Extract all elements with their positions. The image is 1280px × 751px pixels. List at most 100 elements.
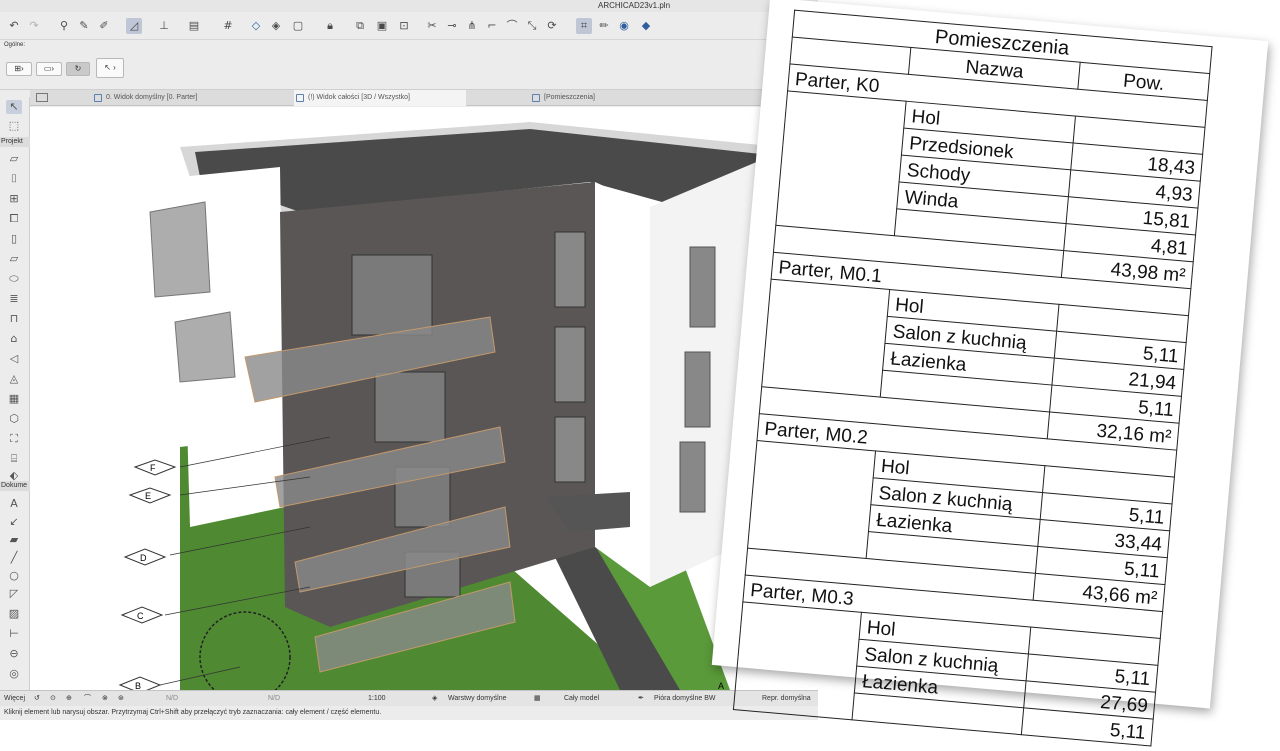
split-icon[interactable]: ✂ (424, 18, 440, 34)
grid-icon[interactable]: # (220, 18, 236, 34)
grid-marker-f: F (150, 463, 156, 473)
side-window-3 (554, 416, 586, 483)
object-tool-icon[interactable]: ⧠ (6, 212, 22, 226)
layer-combo-selector[interactable]: Warstwy domyślne (448, 691, 506, 707)
circle-tool-icon[interactable]: ○ (6, 569, 22, 583)
arrow-tool-button[interactable]: ↖ › (96, 58, 124, 78)
roof-tool-icon[interactable]: ⌂ (6, 332, 22, 346)
pen-icon: ✒ (638, 695, 644, 702)
text-tool-icon[interactable]: A (6, 497, 22, 511)
3d-view-icon[interactable]: ⌗ (576, 18, 592, 34)
tab-schedule[interactable]: [Pomieszczenia] (530, 90, 670, 106)
section-icon[interactable]: ◉ (616, 18, 632, 34)
scale-selector[interactable]: 1:100 (368, 691, 386, 707)
redo-icon[interactable]: ↷ (26, 18, 42, 34)
title-bar: ARCHICAD23v1.pln (0, 0, 818, 12)
selection-method-button[interactable]: ⊞› (6, 62, 32, 76)
resize-icon[interactable]: ⤡ (524, 18, 540, 34)
fit-view-icon[interactable]: ⊙ (50, 691, 56, 707)
group-icon[interactable]: ⧉ (352, 18, 368, 34)
toolbox-group-project: Projekt (0, 137, 30, 147)
rotate-icon[interactable]: ⟳ (544, 18, 560, 34)
lock-icon[interactable]: 🔒︎ (322, 18, 338, 34)
side-window-1 (554, 231, 586, 308)
shell-tool-icon[interactable]: ◁ (6, 352, 22, 366)
side-window-6 (679, 441, 706, 513)
tab-3d-view[interactable]: (!) Widok całości [3D / Wszystko] (294, 90, 466, 106)
door-tool-icon[interactable]: ⌷ (6, 172, 22, 186)
archicad-window: ARCHICAD23v1.pln ↶ ↷ ⚲ ✎ ✐ ◿ ⊥ ▤ # ◇ ◈ ▢… (0, 0, 818, 720)
fillet-icon[interactable]: ⌐ (484, 18, 500, 34)
status-bar: Więcej ↺ ⊙ ⊕ ⌒ ⊗ ⊛ N/D N/D 1:100 ◈ Warst… (0, 690, 818, 706)
status-nd-2: N/D (268, 695, 281, 702)
offset-icon[interactable]: ⌒ (504, 18, 520, 34)
3d-viewport[interactable]: F E D C B A 5 (30, 107, 818, 690)
column-tool-icon[interactable]: ▯ (6, 232, 22, 246)
model-view-selector[interactable]: Cały model (564, 691, 599, 707)
morph-tool-icon[interactable]: ⬡ (6, 412, 22, 426)
toolbox-group-document: Dokume (0, 481, 30, 491)
side-window-4 (689, 246, 716, 328)
zone-tool-icon[interactable]: ⛶ (6, 432, 22, 446)
zoom-icon[interactable]: ⊕ (66, 691, 72, 707)
section-tool-icon[interactable]: ⊖ (6, 647, 22, 661)
walk-icon[interactable]: ⊗ (102, 691, 108, 707)
side-window-2 (554, 326, 586, 403)
figure-tool-icon[interactable]: ▨ (6, 607, 22, 621)
line-tool-icon[interactable]: ╱ (6, 551, 22, 565)
window-title: ARCHICAD23v1.pln (598, 1, 671, 10)
trace-icon[interactable]: ◇ (248, 18, 264, 34)
skylight-tool-icon[interactable]: ⌸ (6, 452, 22, 466)
building-3d-model: F E D C B A 5 (118, 122, 806, 690)
stair-tool-icon[interactable]: ≣ (6, 292, 22, 306)
geometry-method-button[interactable]: ▭› (36, 62, 62, 76)
rooms-schedule-table: Pomieszczenia Nazwa Pow. Parter, K0 Hol … (733, 10, 1213, 747)
tab-label: [Pomieszczenia] (544, 94, 595, 101)
arrow-tool-icon[interactable]: ↖ (6, 100, 22, 114)
renovation-icon[interactable]: ⊡ (396, 18, 412, 34)
polyline-tool-icon[interactable]: ◸ (6, 587, 22, 601)
pick-up-icon[interactable]: ⚲ (56, 18, 72, 34)
mesh-tool-icon[interactable]: ◬ (6, 372, 22, 386)
wall-tool-icon[interactable]: ▱ (6, 152, 22, 166)
undo-icon[interactable]: ↶ (6, 18, 22, 34)
snap-guides-icon[interactable]: ◿ (126, 18, 142, 34)
railing-tool-icon[interactable]: ⊓ (6, 312, 22, 326)
undo-view-icon[interactable]: ↺ (34, 691, 40, 707)
intersect-icon[interactable]: ⋔ (464, 18, 480, 34)
eyedropper-icon[interactable]: ✎ (76, 18, 92, 34)
window-1 (351, 254, 433, 336)
explore-icon[interactable]: ⊛ (118, 691, 124, 707)
marquee-tool-icon[interactable]: ⬚ (6, 119, 22, 133)
grid-snap-icon[interactable]: ▤ (186, 18, 202, 34)
inject-icon[interactable]: ✐ (96, 18, 112, 34)
adjust-icon[interactable]: ⊸ (444, 18, 460, 34)
element-transfer-icon[interactable]: ▣ (374, 18, 390, 34)
schedule-printout: Pomieszczenia Nazwa Pow. Parter, K0 Hol … (711, 0, 1269, 747)
fill-tool-icon[interactable]: ▰ (6, 533, 22, 547)
dimension-tool-icon[interactable]: ⊢ (6, 627, 22, 641)
tab-navigator[interactable] (34, 90, 54, 106)
tab-label: 0. Widok domyślny [0. Parter] (106, 94, 198, 101)
layer-icon[interactable]: ◈ (268, 18, 284, 34)
explorer-icon[interactable]: ◆ (638, 18, 654, 34)
render-icon[interactable]: ✏ (596, 18, 612, 34)
grid-marker-b: B (135, 681, 141, 690)
slab-tool-icon[interactable]: ⬭ (6, 272, 22, 286)
curtain-wall-tool-icon[interactable]: ▦ (6, 392, 22, 406)
toolbox-palette: ↖ ⬚ Projekt ▱ ⌷ ⊞ ⧠ ▯ ⏥ ⬭ ≣ ⊓ ⌂ ◁ ◬ ▦ ⬡ … (0, 97, 30, 690)
cube-icon (296, 94, 304, 102)
grid-marker-c: C (137, 611, 144, 621)
camera-tool-icon[interactable]: ◎ (6, 667, 22, 681)
info-box: Ogólne: ⊞› ▭› ↻ ↖ › (0, 40, 818, 90)
orbit-icon[interactable]: ⌒ (84, 691, 91, 707)
pen-set-selector[interactable]: Pióra domyślne BW (654, 691, 715, 707)
guide-lines-icon[interactable]: ⊥ (156, 18, 172, 34)
tab-floor-plan[interactable]: 0. Widok domyślny [0. Parter] (92, 90, 252, 106)
window-tool-icon[interactable]: ⊞ (6, 192, 22, 206)
beam-tool-icon[interactable]: ⏥ (6, 252, 22, 266)
label-tool-icon[interactable]: ↙ (6, 515, 22, 529)
more-button[interactable]: Więcej (4, 691, 25, 707)
layout-icon[interactable]: ▢ (290, 18, 306, 34)
rotate-method-button[interactable]: ↻ (66, 62, 90, 76)
